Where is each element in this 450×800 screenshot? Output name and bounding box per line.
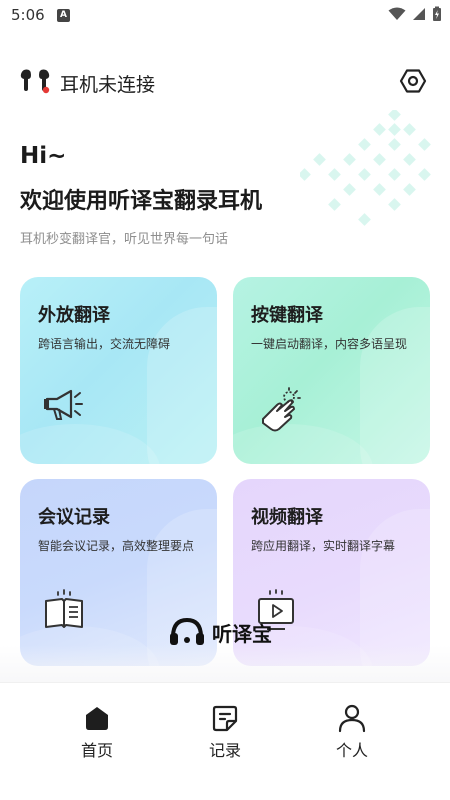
feature-card-title: 外放翻译 (38, 305, 110, 326)
earbuds-icon[interactable] (20, 68, 50, 94)
feature-card-desc: 一键启动翻译，内容多语呈现 (251, 337, 408, 351)
nav-label: 个人 (335, 741, 368, 760)
battery-charging-icon (433, 6, 441, 21)
nav-item-profile[interactable]: 个人 (317, 703, 387, 761)
nav-label: 记录 (208, 741, 241, 760)
feature-card-title: 按键翻译 (251, 305, 323, 326)
greeting-hi: Hi~ (20, 143, 67, 169)
feature-card-title: 会议记录 (38, 507, 110, 528)
status-time: 5:06 (11, 6, 45, 24)
settings-icon[interactable] (399, 67, 427, 95)
feature-card-title: 视频翻译 (251, 507, 323, 528)
bottom-nav: 首页 记录 个人 (0, 682, 450, 800)
feature-card-desc: 智能会议记录，高效整理要点 (38, 539, 195, 553)
card-decoration (20, 424, 160, 464)
signal-icon (413, 8, 425, 20)
nav-item-home[interactable]: 首页 (62, 703, 132, 761)
wifi-icon (388, 7, 406, 20)
card-decoration (147, 307, 217, 464)
tap-hand-icon (262, 387, 301, 432)
feature-card-desc: 跨应用翻译，实时翻译字幕 (251, 539, 396, 553)
card-decoration (360, 509, 430, 666)
megaphone-icon (44, 389, 83, 420)
feature-card-button-translate[interactable]: 按键翻译 一键启动翻译，内容多语呈现 (233, 277, 430, 464)
welcome-subtitle: 耳机秒变翻译官，听见世界每一句话 (20, 232, 229, 247)
feature-card-desc: 跨语言输出，交流无障碍 (38, 337, 171, 351)
connection-status: 耳机未连接 (60, 74, 156, 96)
decorative-pattern (300, 110, 431, 226)
feature-card-speaker-translate[interactable]: 外放翻译 跨语言输出，交流无障碍 (20, 277, 217, 464)
notification-badge-icon: A (57, 9, 70, 22)
status-bar: 5:06 A (0, 0, 450, 32)
person-icon (338, 704, 366, 733)
app-header: 耳机未连接 (0, 55, 450, 107)
status-icons (388, 6, 442, 22)
open-book-icon (45, 589, 83, 628)
welcome-title: 欢迎使用听译宝翻录耳机 (20, 189, 263, 214)
card-decoration (233, 424, 373, 464)
brand-logo: 听译宝 (168, 615, 272, 649)
nav-label: 首页 (80, 741, 113, 760)
document-icon (212, 705, 238, 732)
headphones-logo-icon (170, 617, 204, 645)
nav-item-records[interactable]: 记录 (190, 703, 260, 761)
card-decoration (360, 307, 430, 464)
brand-name: 听译宝 (212, 621, 272, 646)
home-icon (86, 707, 108, 730)
